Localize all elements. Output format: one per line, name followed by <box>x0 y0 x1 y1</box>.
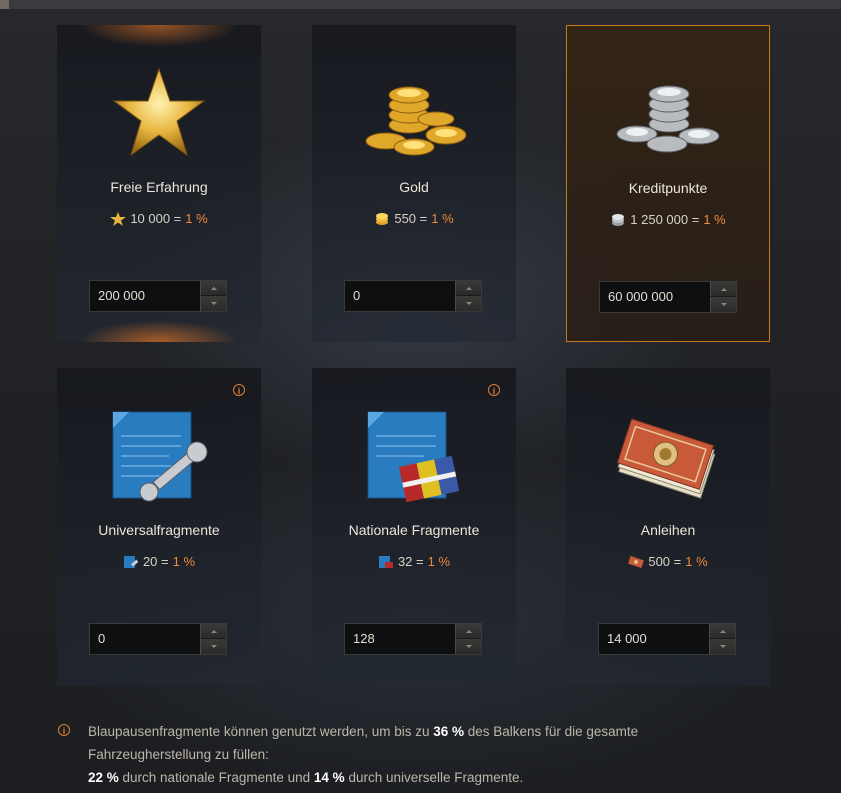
note-bold-national: 22 % <box>88 770 119 785</box>
stepper-value[interactable]: 0 <box>353 281 360 311</box>
note-part1: Blaupausenfragmente können genutzt werde… <box>88 724 434 739</box>
card-title: Nationale Fragmente <box>348 522 480 538</box>
chevron-up-icon <box>720 287 727 291</box>
info-icon[interactable]: i <box>233 384 245 396</box>
stepper-value[interactable]: 0 <box>98 624 105 654</box>
card-glow-top <box>79 25 239 59</box>
rate-value: 10 000 = <box>130 211 182 226</box>
note-part3: durch nationale Fragmente und <box>118 770 314 785</box>
rate-value: 500 = <box>648 554 682 569</box>
bonds-icon <box>616 418 716 499</box>
chevron-down-icon <box>719 645 726 648</box>
rate-value: 20 = <box>142 554 169 569</box>
star-icon <box>112 67 206 157</box>
card-title: Freie Erfahrung <box>110 179 208 195</box>
increment-button[interactable] <box>710 282 736 297</box>
rate-percent: 1 % <box>427 554 451 569</box>
rate-percent: 1 % <box>703 212 726 227</box>
chevron-down-icon <box>720 303 727 306</box>
star-mini-icon <box>110 211 127 226</box>
rate-value: 550 = <box>394 211 428 226</box>
rate-percent: 1 % <box>172 554 196 569</box>
card-rate: 20 = 1 % <box>57 554 261 569</box>
bonds-stepper[interactable]: 14 000 <box>598 623 736 655</box>
info-icon[interactable]: i <box>488 384 500 396</box>
gold-mini-icon <box>376 212 389 225</box>
silver-coins-icon <box>616 85 720 153</box>
decrement-button[interactable] <box>455 296 481 311</box>
rate-value: 1 250 000 = <box>630 212 700 227</box>
universal-fragments-stepper[interactable]: 0 <box>89 623 227 655</box>
note-bold-total: 36 % <box>433 724 465 739</box>
note-bold-universal: 14 % <box>313 770 345 785</box>
stepper-value[interactable]: 60 000 000 <box>608 282 673 312</box>
card-gold[interactable]: Gold 550 = 1 % 0 <box>312 25 516 342</box>
card-glow-bottom <box>79 308 239 342</box>
stepper-value[interactable]: 128 <box>353 624 375 654</box>
credits-stepper[interactable]: 60 000 000 <box>599 281 737 313</box>
rate-percent: 1 % <box>185 211 208 226</box>
blueprint-wrench-icon <box>112 411 208 502</box>
national-fragment-mini-icon <box>378 555 393 568</box>
card-national-fragments[interactable]: i Nationale Fragmente 32 = 1 % 128 <box>312 368 516 685</box>
top-bar-accent <box>0 0 9 9</box>
bonds-mini-icon <box>628 555 645 568</box>
stepper-value[interactable]: 14 000 <box>607 624 647 654</box>
universal-fragment-mini-icon <box>123 555 139 568</box>
card-rate: 500 = 1 % <box>566 554 770 569</box>
rate-percent: 1 % <box>685 554 708 569</box>
national-fragments-stepper[interactable]: 128 <box>344 623 482 655</box>
blueprint-flags-icon <box>367 411 460 503</box>
chevron-up-icon <box>465 629 472 633</box>
card-credits[interactable]: Kreditpunkte 1 250 000 = 1 % 60 000 000 <box>566 25 770 342</box>
decrement-button[interactable] <box>200 639 226 654</box>
card-title: Anleihen <box>640 522 696 538</box>
card-rate: 32 = 1 % <box>312 554 516 569</box>
increment-button[interactable] <box>709 624 735 639</box>
credits-mini-icon <box>612 213 625 226</box>
chevron-up-icon <box>465 286 472 290</box>
gold-stepper[interactable]: 0 <box>344 280 482 312</box>
increment-button[interactable] <box>455 281 481 296</box>
note-text: Blaupausenfragmente können genutzt werde… <box>88 720 728 789</box>
chevron-down-icon <box>210 645 217 648</box>
info-icon: i <box>58 724 70 736</box>
card-universal-fragments[interactable]: i Universalfragmente 20 = 1 % 0 <box>57 368 261 685</box>
card-rate: 1 250 000 = 1 % <box>567 212 769 227</box>
card-title: Gold <box>399 179 429 195</box>
card-rate: 550 = 1 % <box>312 211 516 226</box>
chevron-up-icon <box>210 286 217 290</box>
increment-button[interactable] <box>200 281 226 296</box>
card-title: Universalfragmente <box>98 522 220 538</box>
decrement-button[interactable] <box>710 297 736 312</box>
decrement-button[interactable] <box>709 639 735 654</box>
top-bar <box>0 0 841 9</box>
rate-value: 32 = <box>397 554 424 569</box>
gold-coins-icon <box>365 86 467 156</box>
card-free-xp[interactable]: Freie Erfahrung 10 000 = 1 % 200 000 <box>57 25 261 342</box>
note-part4: durch universelle Fragmente. <box>344 770 524 785</box>
decrement-button[interactable] <box>455 639 481 654</box>
stepper-value[interactable]: 200 000 <box>98 281 145 311</box>
card-bonds[interactable]: Anleihen 500 = 1 % 14 000 <box>566 368 770 685</box>
card-title: Kreditpunkte <box>628 180 708 196</box>
chevron-down-icon <box>465 302 472 305</box>
chevron-down-icon <box>465 645 472 648</box>
increment-button[interactable] <box>200 624 226 639</box>
chevron-down-icon <box>210 302 217 305</box>
increment-button[interactable] <box>455 624 481 639</box>
rate-percent: 1 % <box>431 211 454 226</box>
chevron-up-icon <box>210 629 217 633</box>
chevron-up-icon <box>719 629 726 633</box>
card-rate: 10 000 = 1 % <box>57 211 261 226</box>
